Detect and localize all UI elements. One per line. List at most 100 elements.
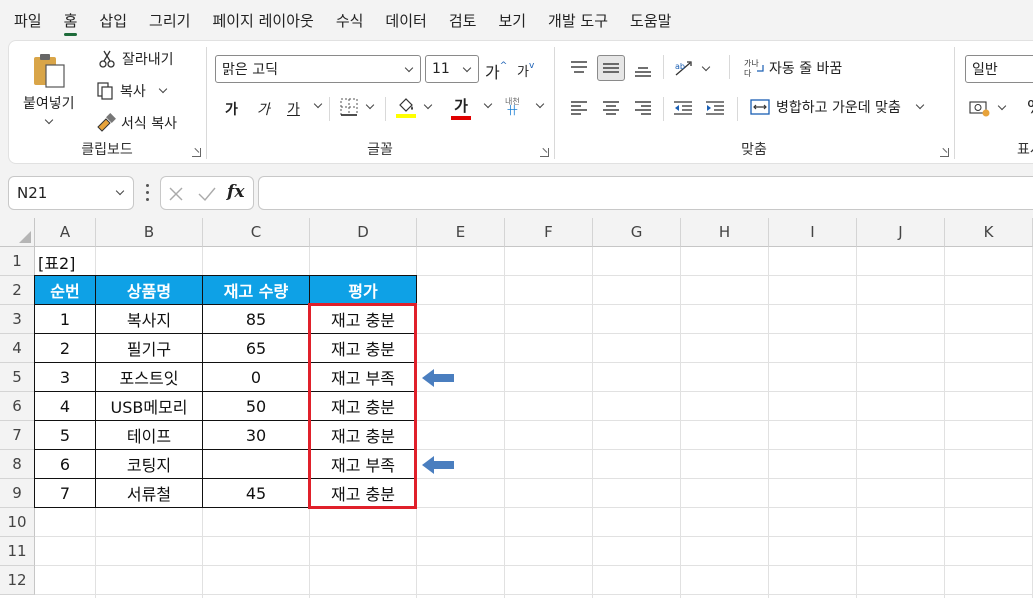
font-size-select[interactable]: 11 [425,55,479,83]
number-format-select[interactable]: 일반 [965,55,1033,83]
increase-indent-button[interactable] [701,95,729,121]
alignment-separator [729,55,730,79]
decrease-font-size-button[interactable]: 가v [517,61,534,81]
name-box-chevron-down-icon[interactable] [115,186,125,196]
formula-input[interactable] [258,176,1033,210]
align-bottom-icon [635,67,651,77]
column-header-g[interactable]: G [593,218,681,247]
copy-icon [97,82,113,100]
insert-function-button[interactable]: fx [227,182,244,202]
font-separator [385,97,386,121]
enter-check-icon[interactable] [197,185,217,203]
column-header-d[interactable]: D [310,218,417,247]
column-header-i[interactable]: I [769,218,857,247]
menu-developer[interactable]: 개발 도구 [548,10,608,31]
alignment-dialog-launcher-icon[interactable] [940,148,949,157]
formula-bar-more-icon[interactable] [146,184,149,202]
table-cell: 7 [35,479,96,508]
menu-file[interactable]: 파일 [14,10,42,31]
clipboard-dialog-launcher-icon[interactable] [192,148,201,157]
borders-button[interactable] [339,97,375,117]
cut-button[interactable]: 잘라내기 [97,49,174,69]
align-right-button[interactable] [629,95,657,121]
column-header-b[interactable]: B [96,218,203,247]
row-header-1[interactable]: 1 [0,247,35,276]
align-top-button[interactable] [565,55,593,81]
column-header-j[interactable]: J [857,218,945,247]
underline-button[interactable]: 가 [287,99,300,119]
left-arrow-icon [422,456,454,474]
column-header-f[interactable]: F [505,218,593,247]
table-header-3: 재고 수량 [203,276,310,305]
underline-chevron-down-icon[interactable] [313,99,323,109]
row-header-5[interactable]: 5 [0,363,35,392]
row-header-4[interactable]: 4 [0,334,35,363]
row-header-11[interactable]: 11 [0,537,35,566]
clipboard-group: 붙여넣기 잘라내기 복사 서식 복사 클립보드 [9,41,205,165]
row-header-7[interactable]: 7 [0,421,35,450]
align-bottom-button[interactable] [629,57,657,83]
align-left-button[interactable] [565,95,593,121]
menu-view[interactable]: 보기 [498,10,526,31]
row-header-10[interactable]: 10 [0,508,35,537]
align-center-icon [603,101,619,115]
caret-up-icon: ^ [499,61,508,71]
align-center-button[interactable] [597,95,625,121]
orientation-button[interactable]: ab [673,59,711,79]
menu-review[interactable]: 검토 [449,10,477,31]
cancel-icon[interactable] [167,185,185,203]
font-name-chevron-down-icon [404,63,414,73]
copy-chevron-down-icon[interactable] [158,84,168,94]
fill-color-button[interactable] [395,95,433,119]
copy-button[interactable]: 복사 [95,81,168,101]
row-header-3[interactable]: 3 [0,305,35,334]
phonetic-guide-button[interactable]: 내천 卄 [505,97,520,116]
font-color-chevron-down-icon[interactable] [483,99,493,109]
menu-draw[interactable]: 그리기 [149,10,190,31]
merge-center-button[interactable]: 병합하고 가운데 맞춤 [749,97,925,117]
menu-insert[interactable]: 삽입 [99,10,127,31]
font-dialog-launcher-icon[interactable] [540,148,549,157]
accounting-format-button[interactable] [969,99,1007,117]
font-color-button[interactable]: 가 [451,95,471,120]
row-header-6[interactable]: 6 [0,392,35,421]
wrap-text-button[interactable]: 가나 다 자동 줄 바꿈 [743,57,842,79]
menu-page-layout[interactable]: 페이지 레이아웃 [212,10,313,31]
menu-data[interactable]: 데이터 [385,10,426,31]
row-header-8[interactable]: 8 [0,450,35,479]
fill-color-swatch [396,114,416,118]
bold-button[interactable]: 가 [225,99,238,119]
merge-cells-icon [750,99,770,115]
align-middle-button[interactable] [597,55,625,81]
table-cell: 코팅지 [96,450,203,479]
row-header-12[interactable]: 12 [0,566,35,595]
row-header-2[interactable]: 2 [0,276,35,305]
menu-help[interactable]: 도움말 [630,10,671,31]
accounting-chevron-down-icon [997,101,1007,111]
column-header-c[interactable]: C [203,218,310,247]
increase-font-size-button[interactable]: 가 ^ [485,59,507,83]
decrease-indent-button[interactable] [669,95,697,121]
italic-button[interactable]: 가 [257,99,270,119]
name-box[interactable]: N21 [8,176,134,210]
phonetic-chevron-down-icon[interactable] [535,99,545,109]
menu-formulas[interactable]: 수식 [336,10,364,31]
select-all-corner[interactable] [0,218,35,247]
column-header-a[interactable]: A [35,218,96,247]
column-header-h[interactable]: H [681,218,769,247]
evaluation-highlight-box [308,303,417,509]
font-color-swatch [451,116,471,120]
font-name-select[interactable]: 맑은 고딕 [215,55,421,83]
format-painter-button[interactable]: 서식 복사 [95,113,177,133]
paste-button[interactable]: 붙여넣기 [23,51,75,125]
alignment-group-label: 맞춤 [741,142,767,158]
column-header-k[interactable]: K [945,218,1033,247]
column-header-e[interactable]: E [417,218,505,247]
font-color-glyph: 가 [454,97,468,115]
gridline [856,247,857,598]
paste-chevron-down-icon[interactable] [44,115,54,125]
percent-style-button[interactable]: % [1027,97,1033,118]
row-header-9[interactable]: 9 [0,479,35,508]
menu-home[interactable]: 홈 [63,10,77,36]
font-separator [329,97,330,121]
